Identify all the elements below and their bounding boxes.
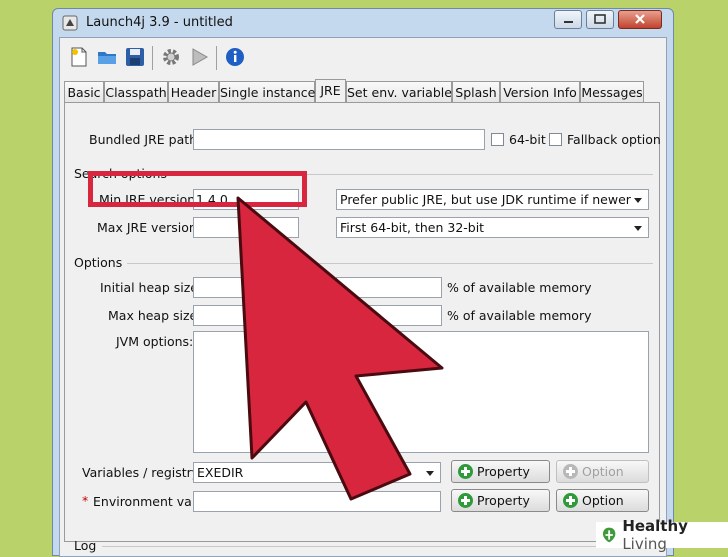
watermark-suffix: Living xyxy=(622,535,667,553)
watermark-brand: Healthy xyxy=(622,517,688,535)
healthy-living-logo-icon xyxy=(602,527,616,543)
pointer-arrow-icon xyxy=(236,196,444,501)
healthy-living-watermark: Healthy Living xyxy=(596,517,728,553)
